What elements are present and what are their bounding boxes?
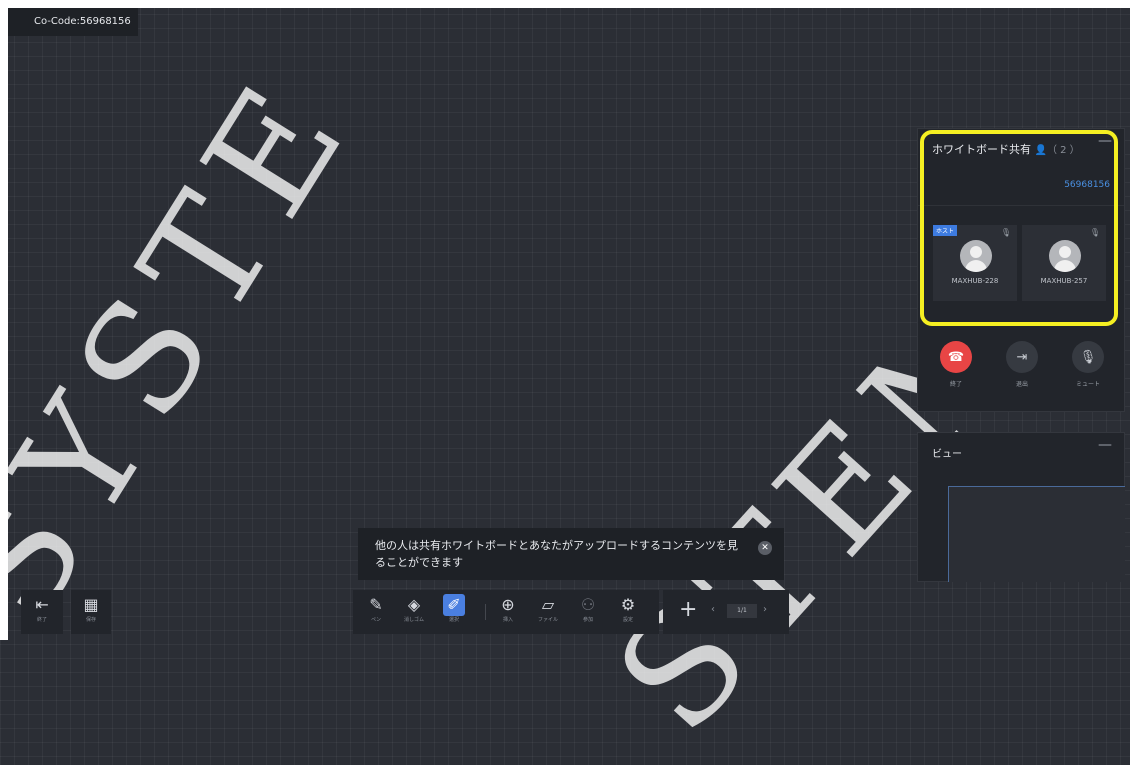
view-preview[interactable] [948,486,1125,582]
watermark-left: SYSTE [0,44,386,650]
gear-icon: ⚙ [620,595,636,614]
page-navigator: + ‹ 1/1 › [663,590,789,634]
pen-icon: ✎ [369,595,383,614]
exit-icon: ⇤ [35,595,49,614]
select-icon: ✐ [443,594,465,616]
page-indicator: 1/1 [727,604,757,618]
view-panel-title: ビュー [932,449,962,460]
toast-message: 他の人は共有ホワイトボードとあなたがアップロードするコンテンツを見ることができま… [375,539,738,569]
microphone-icon: 🎙 [1072,341,1104,373]
add-page-button[interactable]: + [679,597,697,622]
leave-button[interactable]: ⇥ 退出 [1004,341,1040,388]
eraser-tool[interactable]: ◈ 消しゴム [401,594,427,623]
qr-code-icon: ▦ [83,595,99,614]
main-toolbar: ✎ ペン ◈ 消しゴム ✐ 選択 ⊕ 挿入 ▱ ファイル ⚇ 参加 ⚙ 設定 [353,590,659,634]
toolbar-divider [485,604,486,620]
pen-tool[interactable]: ✎ ペン [363,594,389,623]
insert-button[interactable]: ⊕ 挿入 [495,594,521,623]
settings-button[interactable]: ⚙ 設定 [615,594,641,623]
chevron-left-icon[interactable]: ‹ [711,604,715,615]
chevron-right-icon[interactable]: › [763,604,767,615]
folder-icon: ▱ [541,595,555,614]
co-code-label: Co-Code:56968156 [8,8,138,36]
add-user-icon: ⚇ [580,595,596,614]
info-toast: 他の人は共有ホワイトボードとあなたがアップロードするコンテンツを見ることができま… [358,528,784,580]
invite-button[interactable]: ⚇ 参加 [575,594,601,623]
select-tool[interactable]: ✐ 選択 [441,594,467,623]
minimize-button[interactable]: — [1098,437,1112,453]
end-call-button[interactable]: ☎ 終了 [938,341,974,388]
plus-circle-icon: ⊕ [501,595,515,614]
highlight-annotation [920,130,1118,326]
file-button[interactable]: ▱ ファイル [535,594,561,623]
hang-up-icon: ☎ [940,341,972,373]
close-icon[interactable]: ✕ [758,541,772,555]
exit-icon: ⇥ [1006,341,1038,373]
exit-button[interactable]: ⇤ 終了 [21,590,63,634]
eraser-icon: ◈ [407,595,421,614]
mute-button[interactable]: 🎙 ミュート [1070,341,1106,388]
save-button[interactable]: ▦ 保存 [71,590,111,634]
view-panel: ビュー — [917,432,1125,582]
